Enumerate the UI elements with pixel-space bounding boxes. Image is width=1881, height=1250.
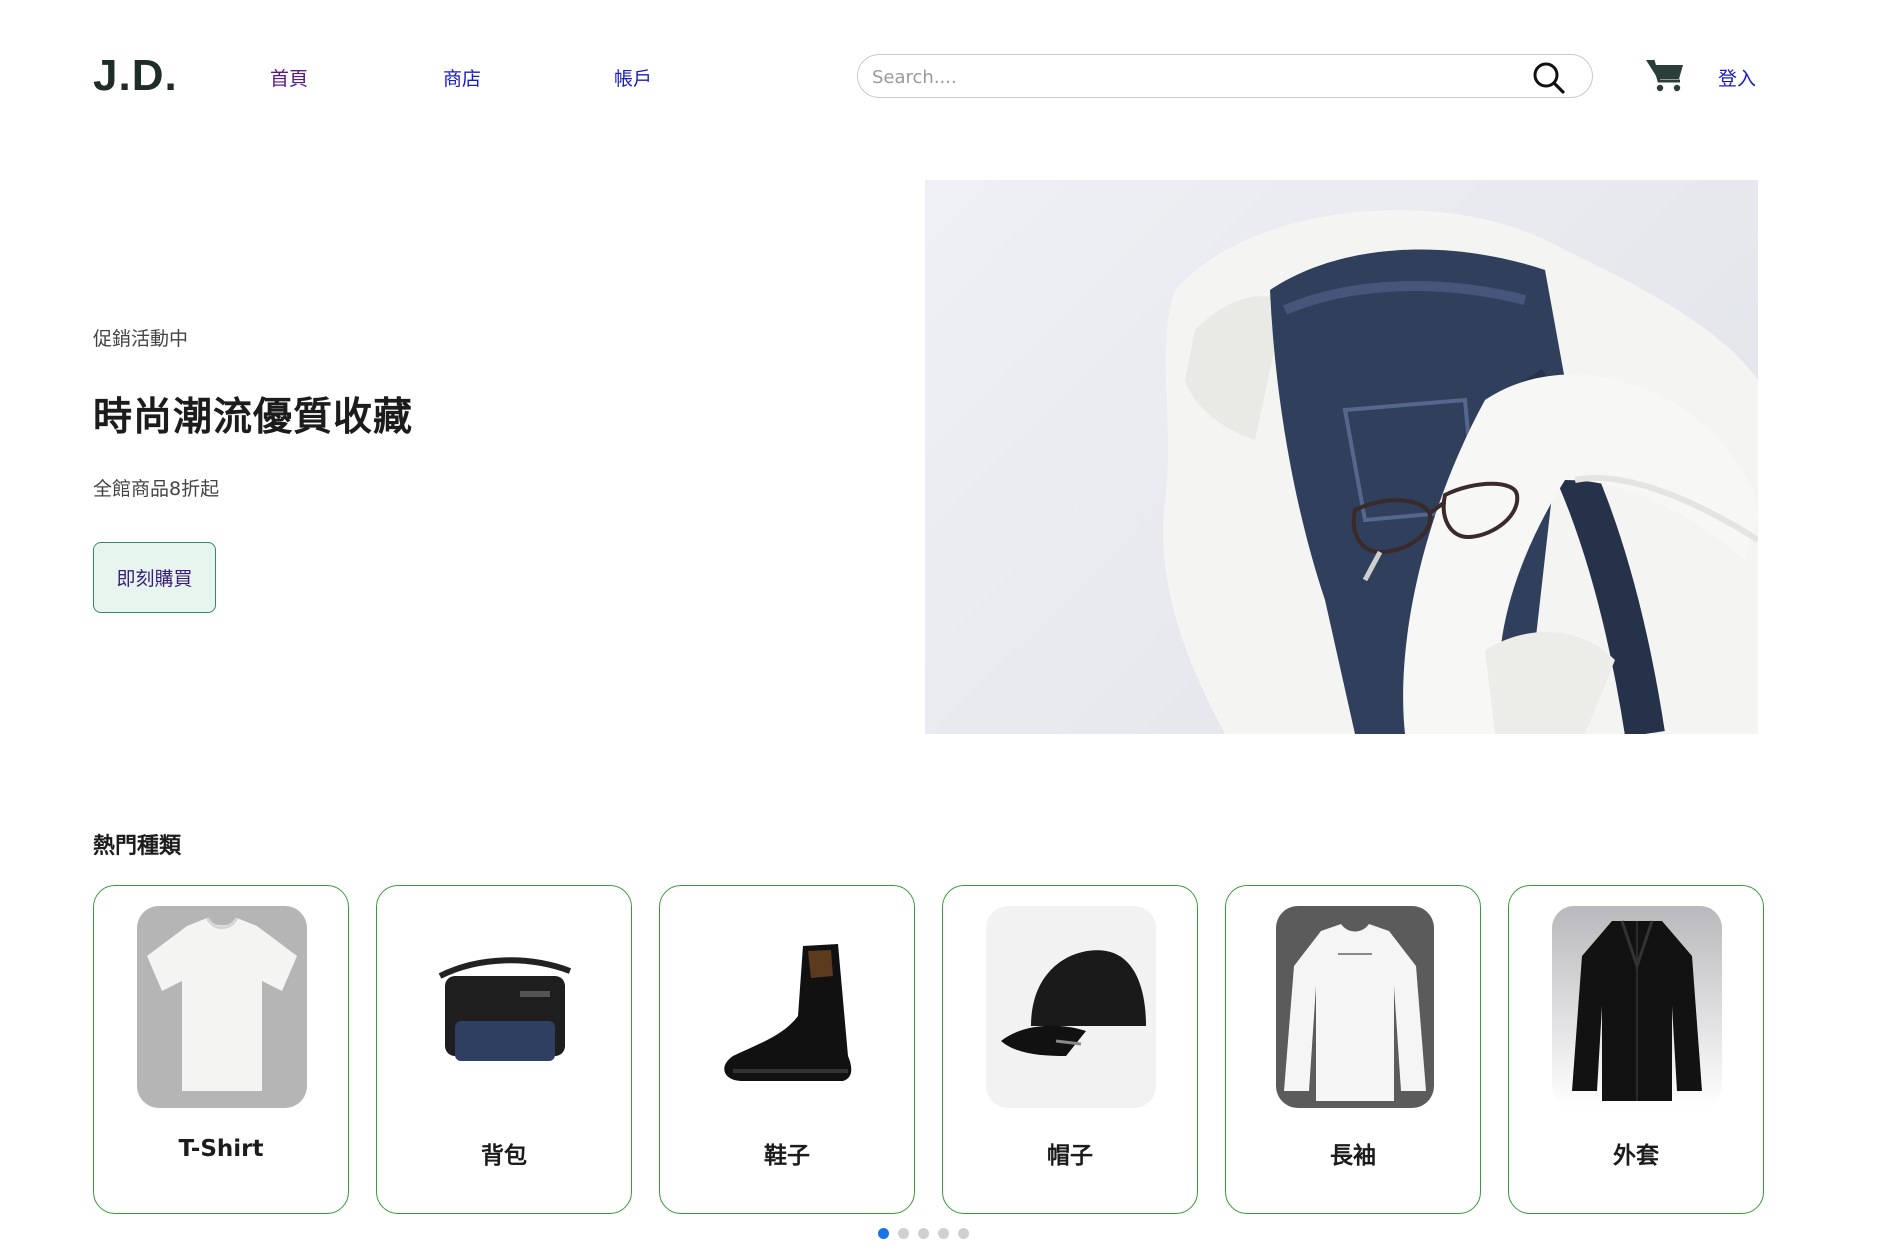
category-card-tshirt[interactable]: T-Shirt xyxy=(93,885,349,1214)
category-card-backpack[interactable]: 背包 xyxy=(376,885,632,1214)
login-link[interactable]: 登入 xyxy=(1718,64,1756,91)
sweatshirt-image xyxy=(1276,906,1434,1108)
bag-image xyxy=(420,906,590,1108)
popular-categories-title: 熱門種類 xyxy=(93,834,182,859)
pagination-dot-5[interactable] xyxy=(958,1228,969,1239)
hero-kicker: 促銷活動中 xyxy=(93,328,189,350)
pagination-dot-1[interactable] xyxy=(878,1228,889,1239)
search-bar xyxy=(857,54,1593,98)
search-icon[interactable] xyxy=(1531,60,1567,96)
page: J.D. 首頁 商店 帳戶 登入 促銷活動中 時尚潮流優質收藏 全館商品8折起 … xyxy=(0,0,1881,1250)
tshirt-image xyxy=(137,906,307,1108)
category-label: 鞋子 xyxy=(764,1143,810,1169)
category-label: 外套 xyxy=(1613,1143,1659,1169)
category-card-hat[interactable]: 帽子 xyxy=(942,885,1198,1214)
coat-image xyxy=(1552,906,1722,1108)
category-label: 長袖 xyxy=(1330,1143,1376,1169)
hero-subtitle: 全館商品8折起 xyxy=(93,478,220,500)
category-label: T-Shirt xyxy=(178,1136,264,1162)
category-card-long-sleeve[interactable]: 長袖 xyxy=(1225,885,1481,1214)
category-label: 帽子 xyxy=(1047,1143,1093,1169)
category-card-coat[interactable]: 外套 xyxy=(1508,885,1764,1214)
header: J.D. 首頁 商店 帳戶 登入 xyxy=(0,0,1881,152)
nav-link-home[interactable]: 首頁 xyxy=(270,64,308,91)
logo[interactable]: J.D. xyxy=(93,51,178,101)
category-label: 背包 xyxy=(481,1143,527,1169)
pagination-dot-2[interactable] xyxy=(898,1228,909,1239)
nav-link-shop[interactable]: 商店 xyxy=(443,64,481,91)
hat-image xyxy=(986,906,1156,1108)
pagination-dot-4[interactable] xyxy=(938,1228,949,1239)
nav-link-account[interactable]: 帳戶 xyxy=(614,64,652,91)
category-card-shoes[interactable]: 鞋子 xyxy=(659,885,915,1214)
search-input[interactable] xyxy=(872,64,1512,90)
hero-image xyxy=(925,180,1758,734)
category-carousel: T-Shirt 背包 鞋子 帽子 長袖 外套 xyxy=(93,885,1764,1215)
hero-title: 時尚潮流優質收藏 xyxy=(93,395,414,440)
hero-clothing-illustration xyxy=(1163,210,1758,734)
shoe-image xyxy=(703,906,873,1108)
buy-now-button[interactable]: 即刻購買 xyxy=(93,542,216,613)
cart-icon[interactable] xyxy=(1645,57,1685,93)
pagination-dot-3[interactable] xyxy=(918,1228,929,1239)
